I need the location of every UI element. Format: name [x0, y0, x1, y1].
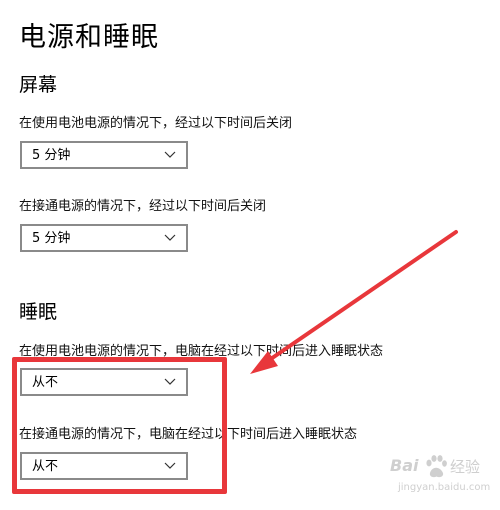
watermark-name: 经验 [450, 458, 481, 476]
chevron-down-icon [164, 234, 176, 241]
watermark-url: jingyan.baidu.com [398, 482, 491, 493]
screen-plugged-value: 5 分钟 [32, 231, 71, 246]
sleep-plugged-value: 从不 [32, 459, 59, 474]
baidu-jingyan-watermark: Bai 经验 jingyan.baidu.com [390, 452, 494, 502]
screen-battery-value: 5 分钟 [32, 148, 71, 163]
sleep-battery-value: 从不 [32, 375, 59, 390]
baidu-paw-icon [426, 455, 447, 478]
watermark-logo-text: Bai [390, 456, 419, 475]
screen-plugged-label: 在接通电源的情况下，经过以下时间后关闭 [19, 199, 267, 214]
chevron-down-icon [164, 462, 176, 469]
sleep-plugged-label: 在接通电源的情况下，电脑在经过以下时间后进入睡眠状态 [19, 427, 358, 442]
sleep-plugged-dropdown[interactable]: 从不 [20, 452, 188, 480]
screen-plugged-dropdown[interactable]: 5 分钟 [20, 224, 188, 252]
sleep-battery-dropdown[interactable]: 从不 [20, 368, 188, 396]
section-title-screen: 屏幕 [19, 74, 58, 96]
screen-battery-dropdown[interactable]: 5 分钟 [20, 141, 188, 169]
chevron-down-icon [164, 151, 176, 158]
sleep-battery-label: 在使用电池电源的情况下，电脑在经过以下时间后进入睡眠状态 [19, 344, 384, 359]
page-title: 电源和睡眠 [19, 22, 159, 53]
chevron-down-icon [164, 378, 176, 385]
section-title-sleep: 睡眠 [19, 301, 58, 323]
screen-battery-label: 在使用电池电源的情况下，经过以下时间后关闭 [19, 116, 293, 131]
